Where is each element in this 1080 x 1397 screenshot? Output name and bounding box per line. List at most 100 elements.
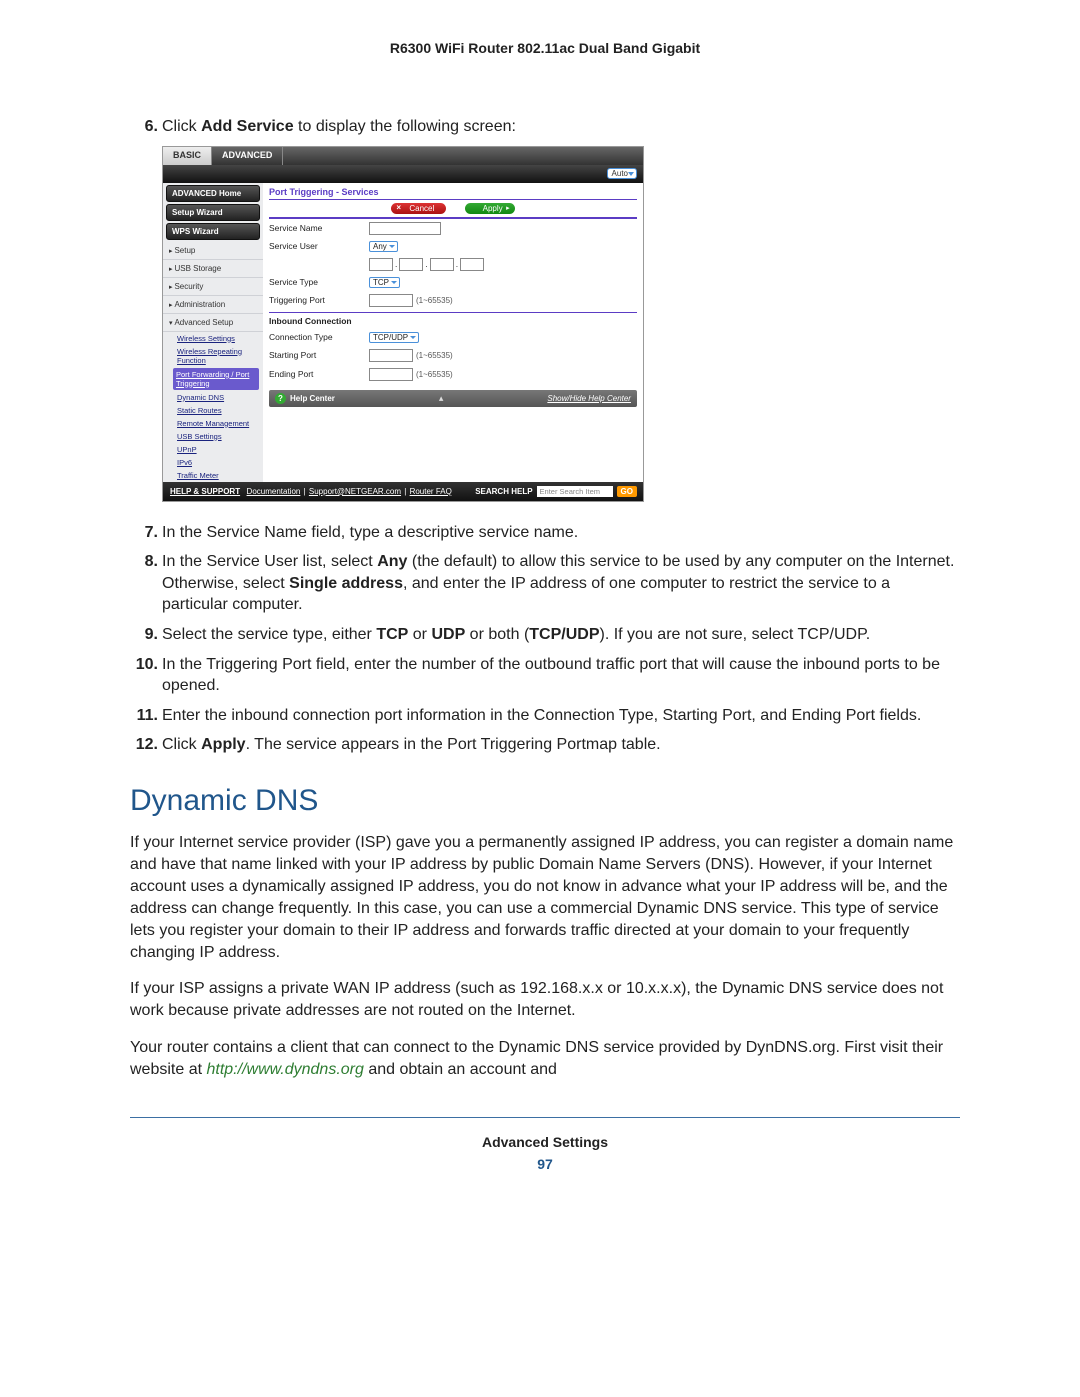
label-connection-type: Connection Type — [269, 332, 369, 342]
help-support-label: HELP & SUPPORT — [170, 487, 240, 496]
apply-button[interactable]: Apply — [465, 203, 515, 214]
ip-octet-3[interactable] — [430, 258, 454, 271]
step-text: In the Triggering Port field, enter the … — [162, 654, 960, 697]
select-connection-type[interactable]: TCP/UDP — [369, 332, 419, 343]
label-service-type: Service Type — [269, 277, 369, 287]
select-service-user[interactable]: Any — [369, 241, 398, 252]
link-support[interactable]: Support@NETGEAR.com — [309, 487, 401, 496]
sub-remote-management[interactable]: Remote Management — [163, 417, 263, 430]
t: Apply — [201, 736, 245, 753]
sub-ipv6[interactable]: IPv6 — [163, 456, 263, 469]
sub-wireless-repeating[interactable]: Wireless Repeating Function — [163, 345, 263, 367]
t: or both ( — [465, 626, 529, 643]
sub-static-routes[interactable]: Static Routes — [163, 404, 263, 417]
step-number: 11. — [130, 705, 162, 727]
sidebar-administration[interactable]: Administration — [163, 296, 263, 314]
sidebar: ADVANCED Home Setup Wizard WPS Wizard Se… — [163, 183, 263, 482]
step-number: 12. — [130, 734, 162, 756]
step-number: 7. — [130, 522, 162, 544]
t: Single address — [289, 575, 403, 592]
t: . The service appears in the Port Trigge… — [246, 736, 661, 753]
search-input[interactable]: Enter Search Item — [537, 486, 613, 497]
input-triggering-port[interactable] — [369, 294, 413, 307]
paragraph: Your router contains a client that can c… — [130, 1037, 960, 1081]
toolbar: Auto — [163, 165, 643, 183]
link-documentation[interactable]: Documentation — [247, 487, 301, 496]
sidebar-wps-wizard[interactable]: WPS Wizard — [166, 223, 260, 240]
go-button[interactable]: GO — [617, 486, 637, 497]
ip-octet-1[interactable] — [369, 258, 393, 271]
step-text: In the Service Name field, type a descri… — [162, 522, 960, 544]
panel-title: Port Triggering - Services — [269, 187, 637, 200]
step-text: Enter the inbound connection port inform… — [162, 705, 960, 727]
tab-spacer — [283, 147, 643, 165]
sidebar-advanced-setup[interactable]: Advanced Setup — [163, 314, 263, 332]
refresh-select[interactable]: Auto — [607, 168, 637, 179]
t: TCP/UDP — [529, 626, 599, 643]
label-triggering-port: Triggering Port — [269, 295, 369, 305]
footer-bar: HELP & SUPPORT Documentation | Support@N… — [163, 482, 643, 501]
input-service-name[interactable] — [369, 222, 441, 235]
sidebar-usb-storage[interactable]: USB Storage — [163, 260, 263, 278]
input-ending-port[interactable] — [369, 368, 413, 381]
t: UDP — [431, 626, 465, 643]
main-panel: Port Triggering - Services Cancel Apply … — [263, 183, 643, 482]
step-number: 6. — [130, 116, 162, 138]
footer-page-number: 97 — [130, 1156, 960, 1172]
ip-octet-2[interactable] — [399, 258, 423, 271]
help-label: Help Center — [290, 394, 335, 403]
footer-chapter: Advanced Settings — [130, 1134, 960, 1150]
help-center-bar[interactable]: ? Help Center ▴ Show/Hide Help Center — [269, 390, 637, 407]
sidebar-setup[interactable]: Setup — [163, 242, 263, 260]
search-help-label: SEARCH HELP — [475, 487, 532, 496]
tab-advanced[interactable]: ADVANCED — [212, 147, 283, 165]
range-hint: (1~65535) — [416, 351, 453, 360]
step-text: In the Service User list, select Any (th… — [162, 551, 960, 616]
step-text: Select the service type, either TCP or U… — [162, 624, 960, 646]
t: to display the following screen: — [294, 118, 516, 135]
sub-upnp[interactable]: UPnP — [163, 443, 263, 456]
tab-row: BASIC ADVANCED — [163, 147, 643, 165]
t: In the Service User list, select — [162, 553, 377, 570]
label-service-name: Service Name — [269, 223, 369, 233]
ip-octet-4[interactable] — [460, 258, 484, 271]
sub-usb-settings[interactable]: USB Settings — [163, 430, 263, 443]
t: Any — [377, 553, 407, 570]
sub-dynamic-dns[interactable]: Dynamic DNS — [163, 391, 263, 404]
step-number: 9. — [130, 624, 162, 646]
cancel-button[interactable]: Cancel — [391, 203, 446, 214]
dyndns-link[interactable]: http://www.dyndns.org — [206, 1061, 363, 1078]
sub-port-forwarding[interactable]: Port Forwarding / Port Triggering — [173, 368, 259, 390]
section-heading: Dynamic DNS — [130, 784, 960, 818]
input-starting-port[interactable] — [369, 349, 413, 362]
sidebar-security[interactable]: Security — [163, 278, 263, 296]
link-router-faq[interactable]: Router FAQ — [410, 487, 452, 496]
paragraph: If your ISP assigns a private WAN IP add… — [130, 978, 960, 1022]
t: ). If you are not sure, select TCP/UDP. — [600, 626, 871, 643]
range-hint: (1~65535) — [416, 296, 453, 305]
document-header: R6300 WiFi Router 802.11ac Dual Band Gig… — [130, 40, 960, 56]
instruction-list-cont: 7.In the Service Name field, type a desc… — [130, 522, 960, 756]
label-starting-port: Starting Port — [269, 350, 369, 360]
t: Click — [162, 736, 201, 753]
tab-basic[interactable]: BASIC — [163, 147, 212, 165]
t: TCP — [376, 626, 408, 643]
sidebar-advanced-home[interactable]: ADVANCED Home — [166, 185, 260, 202]
sub-traffic-meter[interactable]: Traffic Meter — [163, 469, 263, 482]
help-toggle-link[interactable]: Show/Hide Help Center — [547, 394, 631, 403]
instruction-list: 6. Click Add Service to display the foll… — [130, 116, 960, 138]
step-text: Click Add Service to display the followi… — [162, 116, 960, 138]
step-number: 8. — [130, 551, 162, 616]
range-hint: (1~65535) — [416, 370, 453, 379]
sidebar-setup-wizard[interactable]: Setup Wizard — [166, 204, 260, 221]
section-inbound: Inbound Connection — [269, 313, 637, 329]
divider — [130, 1117, 960, 1118]
chevron-up-icon: ▴ — [439, 393, 444, 404]
paragraph: If your Internet service provider (ISP) … — [130, 832, 960, 964]
select-service-type[interactable]: TCP — [369, 277, 400, 288]
sub-wireless-settings[interactable]: Wireless Settings — [163, 332, 263, 345]
t: or — [408, 626, 431, 643]
t: Select the service type, either — [162, 626, 376, 643]
help-icon: ? — [275, 393, 286, 404]
router-ui-screenshot: BASIC ADVANCED Auto ADVANCED Home Setup … — [162, 146, 644, 502]
